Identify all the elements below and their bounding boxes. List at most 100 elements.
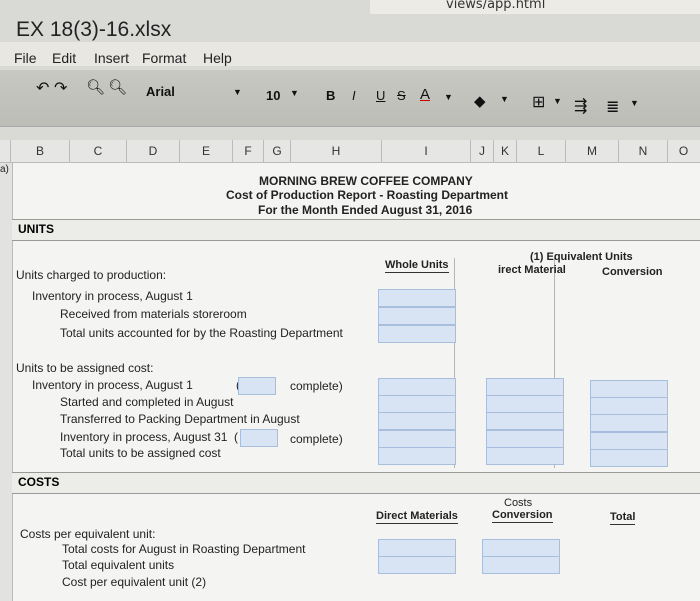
borders-icon[interactable]: ⊞ <box>532 92 545 112</box>
whole-units-inventory-aug31-input[interactable] <box>378 430 456 448</box>
direct-material-header: irect Material <box>498 264 566 276</box>
complete-label: complete) <box>290 379 343 393</box>
column-header-l[interactable]: L <box>517 140 566 162</box>
redo-icon[interactable]: ↷ <box>54 78 67 98</box>
italic-button[interactable]: I <box>352 88 356 103</box>
dm-total-assigned-input[interactable] <box>486 447 564 465</box>
conversion-started-input[interactable] <box>590 397 668 415</box>
column-header-n[interactable]: N <box>619 140 668 162</box>
dm-started-input[interactable] <box>486 395 564 413</box>
menu-help[interactable]: Help <box>203 50 232 66</box>
column-header-m[interactable]: M <box>566 140 619 162</box>
whole-units-received-input[interactable] <box>378 307 456 325</box>
complete-label: complete) <box>290 432 343 446</box>
fill-color-icon[interactable]: ◆ <box>474 92 486 110</box>
column-header-e[interactable]: E <box>180 140 233 162</box>
inventory-aug31-label: Inventory in process, August 31 <box>60 430 228 444</box>
column-header-o[interactable]: O <box>668 140 699 162</box>
dm-inventory-aug31-input[interactable] <box>486 430 564 448</box>
company-name: MORNING BREW COFFEE COMPANY <box>259 174 473 188</box>
chevron-down-icon[interactable]: ▼ <box>553 96 562 106</box>
conversion-total-eq-units-input[interactable] <box>482 556 560 574</box>
chevron-down-icon[interactable]: ▼ <box>500 94 509 104</box>
conversion-inventory-aug31-input[interactable] <box>590 432 668 450</box>
column-header-d[interactable]: D <box>127 140 180 162</box>
inventory-aug1b-label: Inventory in process, August 1 <box>32 378 193 392</box>
strikethrough-button[interactable]: S <box>397 88 406 103</box>
underline-button[interactable]: U <box>376 88 385 103</box>
chevron-down-icon[interactable]: ▼ <box>233 87 242 97</box>
zoom-out-icon[interactable]: 🔍︎ <box>108 78 127 96</box>
paren-open: ( <box>234 430 238 444</box>
conversion-transferred-input[interactable] <box>590 414 668 432</box>
total-accounted-label: Total units accounted for by the Roastin… <box>60 326 343 340</box>
column-header-c[interactable]: C <box>70 140 127 162</box>
cost-per-eq-unit-label: Cost per equivalent unit (2) <box>62 575 207 589</box>
font-family-select[interactable]: Arial <box>146 84 175 99</box>
menu-file[interactable]: File <box>14 50 37 66</box>
dm-total-costs-input[interactable] <box>378 539 456 557</box>
direct-materials-header: Direct Materials <box>376 510 458 524</box>
font-color-button[interactable]: A <box>420 86 430 103</box>
units-section-header: UNITS <box>12 219 700 241</box>
whole-units-transferred-input[interactable] <box>378 412 456 430</box>
dm-transferred-input[interactable] <box>486 412 564 430</box>
browser-url-bar[interactable]: views/app.html <box>370 0 700 14</box>
total-costs-august-label: Total costs for August in Roasting Depar… <box>62 542 306 556</box>
costs-label: Costs <box>504 497 533 509</box>
column-header-j[interactable]: J <box>471 140 494 162</box>
menu-format[interactable]: Format <box>142 50 186 66</box>
menu-insert[interactable]: Insert <box>94 50 129 66</box>
row-marker: a) <box>0 164 9 175</box>
column-header-h[interactable]: H <box>291 140 382 162</box>
chevron-down-icon[interactable]: ▼ <box>444 92 453 102</box>
menu-edit[interactable]: Edit <box>52 50 76 66</box>
whole-units-inventory-aug1-assigned-input[interactable] <box>378 378 456 396</box>
report-period: For the Month Ended August 31, 2016 <box>258 203 473 217</box>
costs-section-label: COSTS <box>18 475 60 489</box>
align-icon[interactable]: ≣ <box>606 97 619 117</box>
conversion-inventory-aug1-input[interactable] <box>590 380 668 398</box>
dm-total-eq-units-input[interactable] <box>378 556 456 574</box>
conversion-total-assigned-input[interactable] <box>590 449 668 467</box>
received-label: Received from materials storeroom <box>60 307 247 321</box>
column-header-f[interactable]: F <box>233 140 264 162</box>
url-text: views/app.html <box>446 0 546 12</box>
column-header-i[interactable]: I <box>382 140 471 162</box>
whole-units-header: Whole Units <box>385 259 449 273</box>
total-costs-header: Total <box>610 511 636 525</box>
column-header-b[interactable]: B <box>11 140 70 162</box>
column-header[interactable] <box>0 140 11 162</box>
started-completed-label: Started and completed in August <box>60 395 234 409</box>
menu-bar: File Edit Insert Format Help <box>0 42 700 66</box>
whole-units-total-accounted-input[interactable] <box>378 325 456 343</box>
column-header-k[interactable]: K <box>494 140 517 162</box>
toolbar: ↶ ↷ 🔍︎ 🔍︎ Arial ▼ 10 ▼ B I U S A ▼ ◆ ▼ ⊞… <box>0 70 700 127</box>
units-charged-label: Units charged to production: <box>16 268 167 282</box>
inventory-aug1-label: Inventory in process, August 1 <box>32 289 193 303</box>
equivalent-units-header: (1) Equivalent Units <box>530 251 633 263</box>
percent-complete-aug1-input[interactable] <box>238 377 276 395</box>
chevron-down-icon[interactable]: ▼ <box>290 88 299 98</box>
window-title: EX 18(3)-16.xlsx <box>16 18 172 41</box>
percent-complete-aug31-input[interactable] <box>240 429 278 447</box>
total-equivalent-units-label: Total equivalent units <box>62 558 175 572</box>
chevron-down-icon[interactable]: ▼ <box>630 98 639 108</box>
conversion-total-costs-input[interactable] <box>482 539 560 557</box>
conversion-costs-header: Conversion <box>492 509 553 523</box>
column-header-g[interactable]: G <box>264 140 291 162</box>
undo-icon[interactable]: ↶ <box>36 78 49 98</box>
bold-button[interactable]: B <box>326 88 335 103</box>
whole-units-inventory-aug1-input[interactable] <box>378 289 456 307</box>
zoom-in-icon[interactable]: 🔍︎ <box>86 78 105 96</box>
font-size-select[interactable]: 10 <box>266 88 280 103</box>
transferred-label: Transferred to Packing Department in Aug… <box>60 412 300 426</box>
whole-units-total-assigned-input[interactable] <box>378 447 456 465</box>
conversion-header: Conversion <box>602 266 663 278</box>
units-section-label: UNITS <box>18 222 54 236</box>
costs-section-header: COSTS <box>12 472 700 494</box>
total-assigned-label: Total units to be assigned cost <box>60 446 221 460</box>
dm-inventory-aug1-input[interactable] <box>486 378 564 396</box>
whole-units-started-input[interactable] <box>378 395 456 413</box>
wrap-text-icon[interactable]: ⇶ <box>574 96 587 116</box>
